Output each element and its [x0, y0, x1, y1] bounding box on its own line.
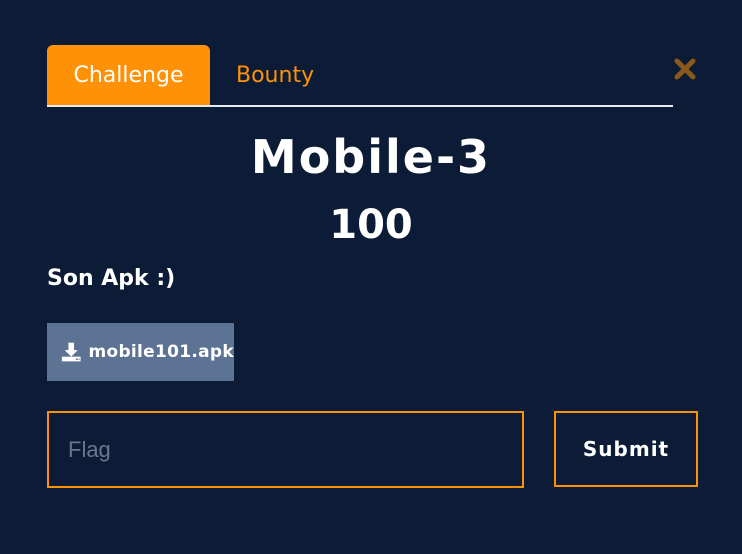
- challenge-modal: Challenge Bounty Mobile-3 100 Son Apk :)…: [0, 0, 742, 554]
- challenge-name: Mobile-3: [250, 130, 492, 184]
- flag-input[interactable]: [47, 411, 524, 488]
- challenge-points: 100: [329, 202, 413, 248]
- tab-bounty[interactable]: Bounty: [236, 45, 314, 105]
- challenge-description: Son Apk :): [47, 266, 176, 291]
- tab-bar: Challenge Bounty: [47, 45, 673, 107]
- close-icon: [674, 58, 696, 80]
- close-button[interactable]: [672, 56, 698, 82]
- file-name: mobile101.apk: [88, 342, 234, 362]
- download-icon: [61, 342, 81, 362]
- file-download-button[interactable]: mobile101.apk: [47, 323, 234, 381]
- submit-button[interactable]: Submit: [554, 411, 698, 487]
- tab-challenge[interactable]: Challenge: [47, 45, 210, 105]
